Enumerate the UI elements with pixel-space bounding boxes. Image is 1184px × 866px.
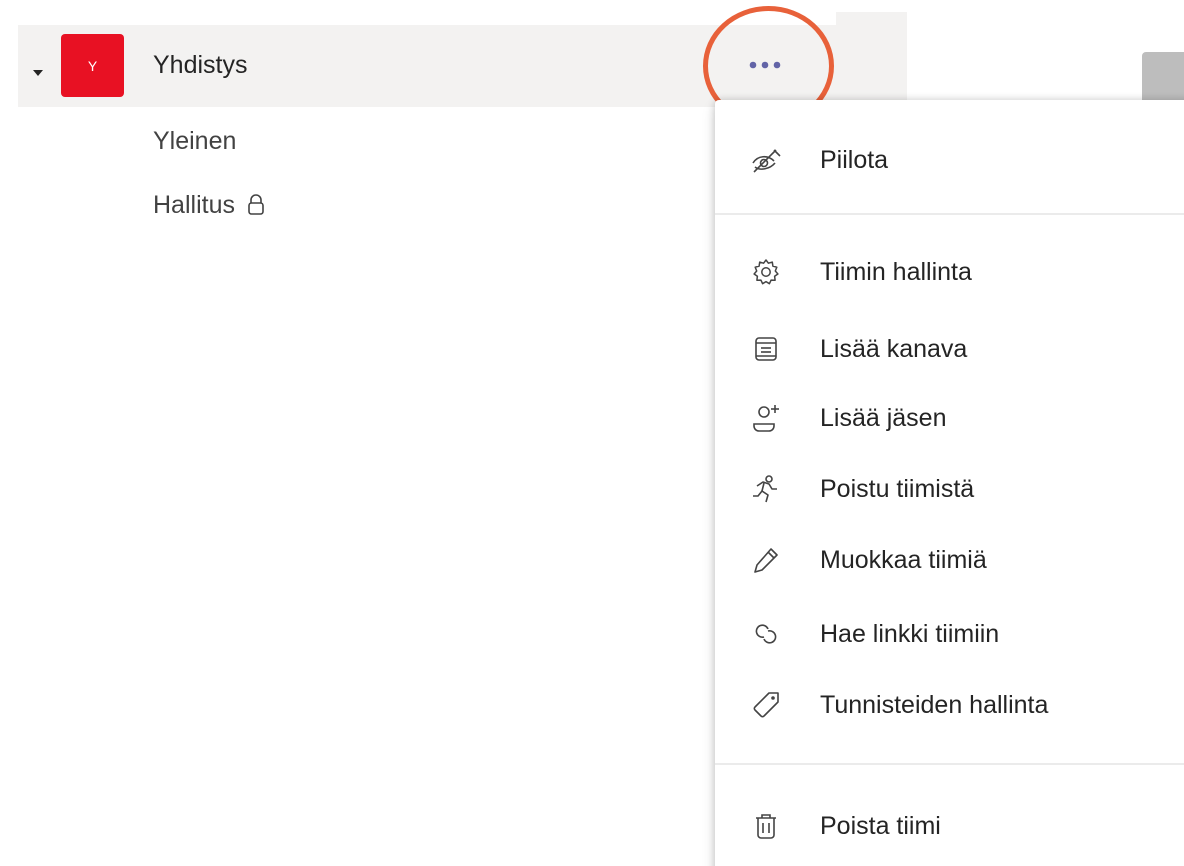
collapse-caret-icon[interactable] [33,70,43,76]
trash-icon [749,810,783,842]
menu-item-leave-team[interactable]: Poistu tiimistä [715,459,1184,519]
menu-item-label: Muokkaa tiimiä [820,546,987,574]
team-avatar-letter: Y [87,57,98,74]
channel-label: Yleinen [153,127,237,155]
more-horizontal-icon [749,61,781,69]
menu-item-label: Hae linkki tiimiin [820,620,1000,648]
menu-item-label: Tunnisteiden hallinta [820,691,1049,719]
team-name[interactable]: Yhdistys [153,50,247,80]
menu-item-label: Lisää kanava [820,335,968,363]
menu-item-label: Poista tiimi [820,812,941,840]
team-context-menu: Piilota Tiimin hallinta Lisää kanava Lis… [715,100,1184,866]
menu-item-label: Piilota [820,146,889,174]
menu-item-label: Poistu tiimistä [820,475,975,503]
lock-icon [248,194,264,215]
leave-running-icon [749,473,783,505]
tag-icon [749,689,783,721]
menu-divider [715,763,1184,765]
menu-item-edit-team[interactable]: Muokkaa tiimiä [715,530,1184,590]
menu-item-delete-team[interactable]: Poista tiimi [715,796,1184,856]
menu-item-manage-tags[interactable]: Tunnisteiden hallinta [715,675,1184,735]
menu-item-add-channel[interactable]: Lisää kanava [715,319,1184,379]
channel-list-icon [749,333,783,365]
person-add-icon [749,402,783,434]
menu-item-label: Tiimin hallinta [820,258,972,286]
menu-item-get-link[interactable]: Hae linkki tiimiin [715,604,1184,664]
eye-off-icon [749,144,783,176]
gear-icon [749,256,783,288]
channel-label: Hallitus [153,191,235,219]
link-icon [749,618,783,650]
channel-item-hallitus[interactable]: Hallitus [153,190,265,220]
teams-page: Y Yhdistys Yleinen Hallitus Piilota Tiim… [0,0,1184,866]
menu-item-manage-team[interactable]: Tiimin hallinta [715,242,1184,302]
channel-item-yleinen[interactable]: Yleinen [153,126,236,156]
team-row-extension [836,12,907,107]
menu-item-add-member[interactable]: Lisää jäsen [715,388,1184,448]
menu-divider [715,213,1184,215]
team-avatar: Y [61,34,124,97]
more-options-button[interactable] [736,50,794,80]
menu-item-hide[interactable]: Piilota [715,130,1184,190]
pencil-icon [749,544,783,576]
menu-item-label: Lisää jäsen [820,404,947,432]
